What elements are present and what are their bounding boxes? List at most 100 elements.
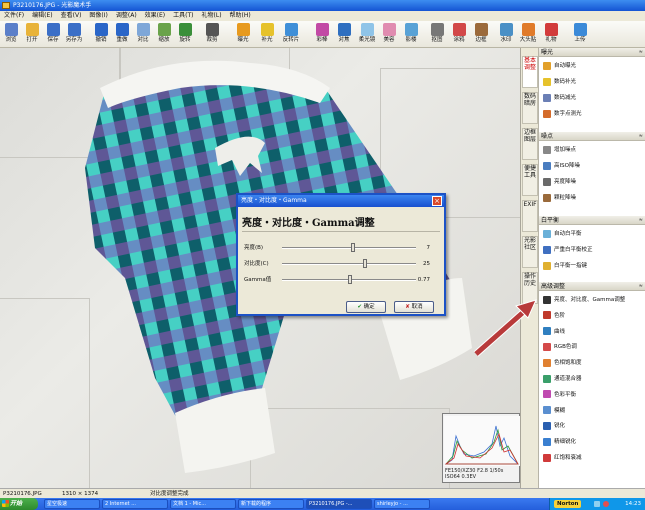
taskbar-item[interactable]: 文档 1 - Mic... [170, 499, 236, 509]
toolbar-button-10[interactable]: 裁剪 [201, 22, 223, 47]
panel-item[interactable]: 数字点测光 [543, 109, 582, 119]
panel-item[interactable]: 色彩平衡 [543, 390, 576, 400]
toolbar-button-5[interactable]: 撤销 [90, 22, 112, 47]
toolbar-button-4[interactable]: 另存为 [63, 22, 85, 47]
taskbar-item[interactable]: 星空极速 [44, 499, 100, 509]
toolbar-button-15[interactable]: 对焦 [333, 22, 355, 47]
collapse-icon[interactable]: ≈ [639, 216, 643, 225]
side-tab[interactable]: EXIF [522, 200, 538, 232]
taskbar-item[interactable]: 2 Internet ... [102, 499, 168, 509]
panel-item[interactable]: 高ISO降噪 [543, 161, 580, 171]
panel-item[interactable]: 亮度降噪 [543, 177, 576, 187]
panel-item[interactable]: 精细锐化 [543, 437, 576, 447]
menu-item[interactable]: 帮助(H) [226, 11, 255, 21]
panel-item-label: 数码补光 [554, 79, 577, 85]
panel-item[interactable]: 锐化 [543, 421, 565, 431]
toolbar-button-19[interactable]: 抠图 [426, 22, 448, 47]
collapse-icon[interactable]: ≈ [639, 132, 643, 141]
toolbar-button-22[interactable]: 水印 [495, 22, 517, 47]
tray-app-icon[interactable] [603, 501, 609, 507]
panel-item-label: 红饱和衰减 [554, 455, 582, 461]
toolbar-button-17[interactable]: 美容 [378, 22, 400, 47]
slider-track[interactable] [282, 263, 416, 265]
panel-section-header[interactable]: 曝光 ≈ [539, 48, 645, 57]
toolbar-label: 缩放 [158, 37, 170, 43]
toolbar-button-25[interactable]: 上传 [569, 22, 591, 47]
slider-label: 对比度(C) [244, 261, 269, 267]
panel-section-header[interactable]: 白平衡 ≈ [539, 216, 645, 225]
tray-network-icon[interactable] [594, 501, 600, 507]
toolbar-button-7[interactable]: 对比 [132, 22, 154, 47]
panel-item[interactable]: 曲线 [543, 327, 565, 337]
toolbar-button-23[interactable]: 大头贴 [517, 22, 539, 47]
collapse-icon[interactable]: ≈ [639, 48, 643, 57]
cancel-button[interactable]: ✘ 取消 [394, 301, 434, 313]
slider-thumb[interactable] [351, 243, 356, 252]
menu-item[interactable]: 编辑(E) [28, 11, 56, 21]
side-tab[interactable]: 数码暗房 [522, 92, 538, 124]
menu-item[interactable]: 查看(V) [57, 11, 86, 21]
slider-row: Gamma值 0.77 [244, 275, 440, 285]
collapse-icon[interactable]: ≈ [639, 282, 643, 291]
menu-bar: 文件(F) 编辑(E) 查看(V) 图像(I) 调整(A) 效果(E) 工具(T) 礼物(L)… [0, 11, 645, 21]
norton-icon[interactable]: Norton [554, 500, 582, 508]
toolbar-button-14[interactable]: 彩棒 [311, 22, 333, 47]
slider-track[interactable] [282, 247, 416, 249]
panel-item[interactable]: 红饱和衰减 [543, 453, 582, 463]
dialog-close-button[interactable]: × [432, 196, 442, 206]
menu-item[interactable]: 图像(I) [85, 11, 111, 21]
menu-item[interactable]: 文件(F) [0, 11, 28, 21]
start-button[interactable]: 开始 [0, 498, 38, 510]
ok-button[interactable]: ✔ 确定 [346, 301, 386, 313]
menu-item[interactable]: 工具(T) [169, 11, 197, 21]
panel-item[interactable]: 白平衡一指键 [543, 261, 587, 271]
toolbar-label: 补光 [261, 37, 273, 43]
slider-thumb[interactable] [363, 259, 368, 268]
slider-thumb[interactable] [348, 275, 353, 284]
toolbar-button-11[interactable]: 曝光 [232, 22, 254, 47]
slider-value: 25 [423, 261, 430, 267]
panel-item[interactable]: 通道混合器 [543, 374, 582, 384]
slider-label: 亮度(B) [244, 245, 264, 251]
toolbar-button-3[interactable]: 保存 [42, 22, 64, 47]
panel-item[interactable]: 亮度、对比度、Gamma调整 [543, 295, 625, 305]
toolbar-button-20[interactable]: 涂鸦 [448, 22, 470, 47]
panel-item[interactable]: 严重白平衡校正 [543, 245, 593, 255]
taskbar-item[interactable]: P3210176.JPG -... [306, 499, 372, 509]
side-tab[interactable]: 边框图层 [522, 128, 538, 160]
toolbar-button-21[interactable]: 边框 [470, 22, 492, 47]
menu-item[interactable]: 调整(A) [112, 11, 141, 21]
toolbar-button-16[interactable]: 柔光镜 [356, 22, 378, 47]
toolbar-button-6[interactable]: 重做 [111, 22, 133, 47]
toolbar-button-24[interactable]: 礼物 [540, 22, 562, 47]
menu-item[interactable]: 效果(E) [141, 11, 169, 21]
panel-item[interactable]: 自动曝光 [543, 61, 576, 71]
toolbar-button-12[interactable]: 补光 [256, 22, 278, 47]
toolbar-button-1[interactable]: 浏览 [0, 22, 22, 47]
panel-item[interactable]: RGB色调 [543, 342, 577, 352]
panel-item-icon [543, 421, 551, 430]
side-tab[interactable]: 基本调整 [522, 56, 538, 88]
panel-item[interactable]: 数码补光 [543, 77, 576, 87]
panel-section-header[interactable]: 高级调整 ≈ [539, 282, 645, 291]
panel-item[interactable]: 色阶 [543, 311, 565, 321]
toolbar-button-9[interactable]: 旋转 [174, 22, 196, 47]
panel-item[interactable]: 自动白平衡 [543, 229, 582, 239]
taskbar-item[interactable]: shirleyjo - ... [374, 499, 430, 509]
panel-item[interactable]: 模糊 [543, 406, 565, 416]
toolbar-button-18[interactable]: 影楼 [400, 22, 422, 47]
side-tab[interactable]: 便捷工具 [522, 164, 538, 196]
toolbar-button-13[interactable]: 反转片 [280, 22, 302, 47]
side-tab[interactable]: 光影社区 [522, 236, 538, 268]
panel-item[interactable]: 色相饱和度 [543, 358, 582, 368]
open-icon [25, 23, 39, 36]
panel-item[interactable]: 数码减光 [543, 93, 576, 103]
toolbar-button-8[interactable]: 缩放 [153, 22, 175, 47]
taskbar-item[interactable]: 新下载的程序 [238, 499, 304, 509]
panel-item[interactable]: 增加噪点 [543, 145, 576, 155]
toolbar-button-2[interactable]: 打开 [21, 22, 43, 47]
panel-item[interactable]: 颗粒降噪 [543, 193, 576, 203]
histogram-panel[interactable]: FE150/XZ30 F2.8 1/50s ISO64 0.3EV [442, 413, 520, 483]
menu-item[interactable]: 礼物(L) [198, 11, 226, 21]
panel-section-header[interactable]: 噪点 ≈ [539, 132, 645, 141]
